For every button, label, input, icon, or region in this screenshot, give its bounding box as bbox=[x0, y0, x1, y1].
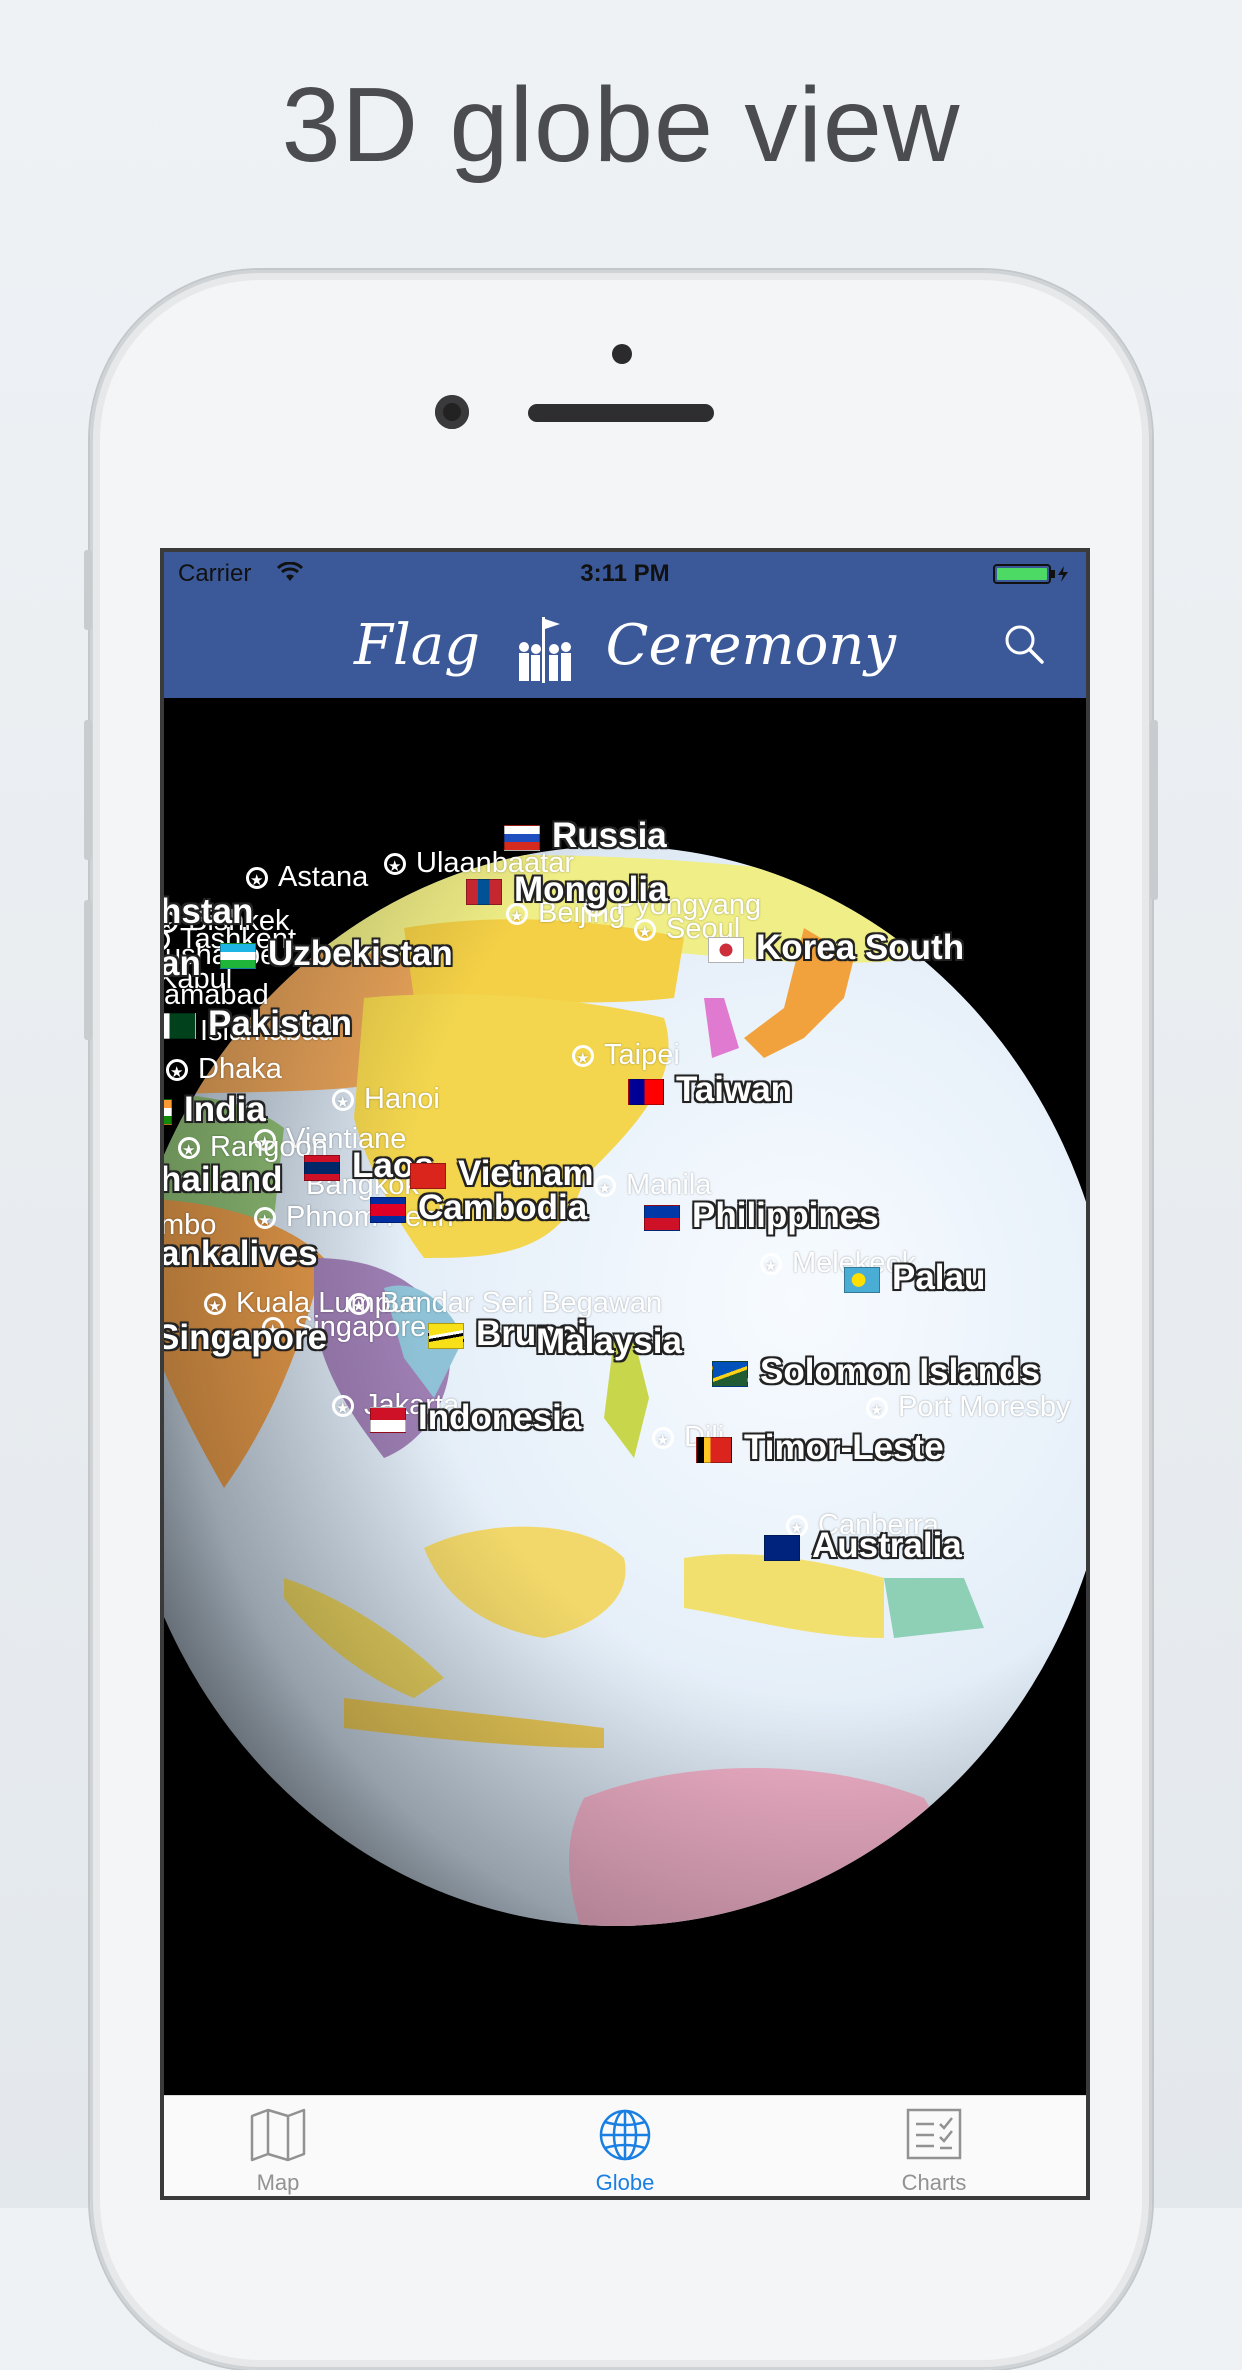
country-label-russia[interactable]: Russia bbox=[504, 816, 667, 856]
mongolia-flag-icon bbox=[466, 878, 502, 905]
tab-globe[interactable]: Globe bbox=[525, 2096, 725, 2196]
vietnam-flag-icon bbox=[410, 1162, 446, 1189]
country-label-uzbekistan[interactable]: Uzbekistan bbox=[220, 934, 453, 974]
tab-charts[interactable]: Charts bbox=[834, 2096, 1034, 2196]
tab-bar: Map Globe Charts bbox=[164, 2095, 1086, 2196]
timor-leste-flag-icon bbox=[696, 1436, 732, 1463]
laos-flag-icon bbox=[304, 1154, 340, 1181]
country-label-mongolia[interactable]: Mongolia bbox=[466, 870, 668, 910]
logo-text-ceremony: Ceremony bbox=[605, 613, 897, 678]
page-headline: 3D globe view bbox=[281, 66, 961, 184]
capital-star-icon bbox=[332, 1086, 354, 1120]
capital-star-icon bbox=[760, 1250, 782, 1284]
tab-map[interactable]: Map bbox=[178, 2096, 378, 2196]
volume-down-button bbox=[84, 900, 92, 1040]
cambodia-flag-icon bbox=[370, 1196, 406, 1223]
tab-label: Map bbox=[256, 2170, 300, 2195]
tab-label: Globe bbox=[595, 2170, 655, 2195]
phone-screen: Carrier 3:11 PM Flag Ceremony ★Astana ★ … bbox=[160, 548, 1090, 2200]
country-label-cambodia[interactable]: Cambodia bbox=[370, 1188, 587, 1228]
korea-south-flag-icon bbox=[708, 936, 744, 963]
capital-star-icon bbox=[594, 1172, 616, 1206]
status-bar: Carrier 3:11 PM bbox=[164, 552, 1086, 592]
taiwan-flag-icon bbox=[628, 1078, 664, 1105]
country-label-taiwan[interactable]: Taiwan bbox=[628, 1070, 792, 1110]
capital-star-icon bbox=[866, 1394, 888, 1428]
globe-view[interactable]: Astana Ulaanbaatar Bishkek Tashkent Beij… bbox=[164, 698, 1086, 2096]
logo-text-flag: Flag bbox=[353, 613, 480, 678]
country-label-australia[interactable]: Australia bbox=[764, 1526, 962, 1566]
country-label-indonesia[interactable]: Indonesia bbox=[370, 1398, 581, 1438]
search-icon[interactable] bbox=[1002, 622, 1046, 666]
palau-flag-icon bbox=[844, 1266, 880, 1293]
tab-label: Charts bbox=[901, 2170, 967, 2195]
russia-flag-icon bbox=[504, 824, 540, 851]
pakistan-flag-icon bbox=[164, 1012, 196, 1039]
india-flag-icon bbox=[164, 1098, 172, 1125]
country-label-thailand[interactable]: hailand bbox=[164, 1160, 283, 1200]
country-label-timor-leste[interactable]: Timor-Leste bbox=[696, 1428, 944, 1468]
battery-icon bbox=[993, 564, 1068, 584]
country-label-india[interactable]: India bbox=[164, 1090, 266, 1130]
city-label[interactable]: Taipei bbox=[572, 1038, 680, 1076]
philippines-flag-icon bbox=[644, 1204, 680, 1231]
capital-star-icon bbox=[652, 1424, 674, 1458]
country-label-philippines[interactable]: Philippines bbox=[644, 1196, 879, 1236]
capital-star-icon bbox=[254, 1204, 276, 1238]
capital-star-icon bbox=[384, 850, 406, 884]
app-logo: Flag Ceremony bbox=[164, 614, 1086, 685]
capital-star-icon bbox=[178, 1134, 200, 1168]
city-label[interactable]: Hanoi bbox=[332, 1082, 440, 1120]
capital-star-icon bbox=[166, 1056, 188, 1090]
uzbekistan-flag-icon bbox=[220, 942, 256, 969]
country-label-maldives[interactable]: ankalives bbox=[164, 1234, 318, 1274]
capital-star-icon bbox=[204, 1290, 226, 1324]
country-label-singapore[interactable]: Singapore bbox=[164, 1318, 327, 1358]
globe-icon bbox=[599, 2109, 651, 2161]
country-label-solomon-islands[interactable]: Solomon Islands bbox=[712, 1352, 1040, 1392]
map-icon bbox=[250, 2108, 306, 2162]
city-label[interactable]: Port Moresby bbox=[866, 1390, 1070, 1428]
capital-star-icon bbox=[332, 1392, 354, 1426]
mute-switch bbox=[84, 550, 92, 630]
charts-icon bbox=[906, 2108, 962, 2160]
australia-flag-icon bbox=[764, 1534, 800, 1561]
country-label-kazakhstan[interactable]: hstan bbox=[164, 892, 253, 932]
flag-ceremony-logo-icon bbox=[518, 616, 571, 683]
front-camera bbox=[435, 395, 469, 429]
capital-star-icon bbox=[634, 916, 656, 950]
power-button bbox=[1150, 720, 1158, 900]
country-label-malaysia[interactable]: Malaysia bbox=[536, 1322, 682, 1362]
app-header: Flag Ceremony bbox=[164, 592, 1086, 698]
solomon-islands-flag-icon bbox=[712, 1360, 748, 1387]
country-label-palau[interactable]: Palau bbox=[844, 1258, 985, 1298]
status-time: 3:11 PM bbox=[580, 560, 670, 587]
capital-star-icon bbox=[246, 864, 268, 898]
city-label[interactable]: Astana bbox=[246, 860, 368, 898]
volume-up-button bbox=[84, 720, 92, 860]
capital-star-icon bbox=[572, 1042, 594, 1076]
proximity-sensor bbox=[612, 344, 632, 364]
earpiece-speaker bbox=[528, 404, 714, 422]
brunei-flag-icon bbox=[428, 1322, 464, 1349]
indonesia-flag-icon bbox=[370, 1406, 406, 1433]
country-label-afghanistan[interactable]: an bbox=[164, 944, 201, 984]
country-label-pakistan[interactable]: Pakistan bbox=[164, 1004, 352, 1044]
country-label-korea-south[interactable]: Korea South bbox=[708, 928, 964, 968]
city-label[interactable]: Dhaka bbox=[166, 1052, 282, 1090]
